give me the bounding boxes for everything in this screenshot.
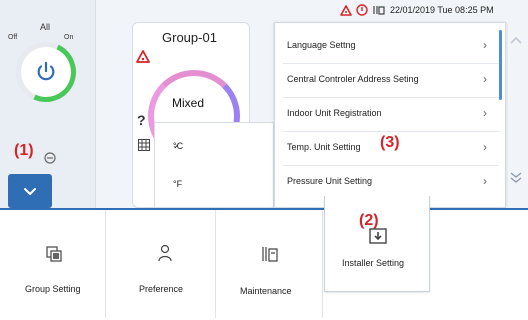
nav-label: Installer Setting bbox=[342, 258, 405, 268]
temp-option-celsius[interactable]: °C ✓ bbox=[155, 127, 275, 167]
unknown-status-icon: ? bbox=[137, 112, 146, 128]
power-icon bbox=[37, 61, 55, 81]
menu-item-pressure-unit-setting[interactable]: Pressure Unit Setting › bbox=[275, 165, 507, 199]
menu-item-central-controller-address[interactable]: Central Controler Address Seting › bbox=[275, 63, 507, 97]
nav-label: Maintenance bbox=[240, 286, 292, 296]
menu-item-label: Central Controler Address Seting bbox=[287, 74, 419, 84]
mode-icon bbox=[44, 152, 56, 164]
annotation-marker-2: (2) bbox=[359, 212, 379, 229]
double-chevron-down-icon bbox=[510, 172, 522, 183]
group-mode: Mixed bbox=[172, 96, 205, 110]
group-warning-icon bbox=[136, 50, 150, 63]
menu-item-label: Indoor Unit Registration bbox=[287, 108, 382, 118]
chevron-right-icon: › bbox=[483, 38, 487, 52]
group-title: Group-01 bbox=[162, 30, 217, 45]
power-all-label: All bbox=[40, 22, 51, 32]
nav-label: Preference bbox=[139, 284, 184, 294]
installer-settings-menu: Language Settng › Central Controler Addr… bbox=[274, 22, 506, 208]
grid-icon bbox=[138, 139, 150, 151]
menu-item-indoor-unit-registration[interactable]: Indoor Unit Registration › bbox=[275, 97, 507, 131]
nav-label: Group Setting bbox=[25, 284, 81, 294]
temp-option-fahrenheit[interactable]: °F bbox=[155, 165, 275, 205]
menu-item-label: Pressure Unit Setting bbox=[287, 176, 373, 186]
annotation-marker-3: (3) bbox=[380, 134, 400, 151]
check-icon: ✓ bbox=[173, 141, 181, 151]
chevron-up-icon bbox=[510, 36, 522, 44]
warning-icon bbox=[340, 4, 352, 16]
power-off-label: Off bbox=[8, 34, 18, 41]
power-button[interactable] bbox=[24, 50, 68, 94]
menu-item-language-setting[interactable]: Language Settng › bbox=[275, 29, 507, 63]
settings-status-icon bbox=[356, 4, 368, 16]
annotation-marker-1: (1) bbox=[14, 142, 34, 159]
nav-installer-setting[interactable]: Installer Setting bbox=[324, 196, 430, 292]
chevron-down-icon bbox=[24, 188, 36, 195]
nav-maintenance[interactable]: Maintenance bbox=[217, 210, 323, 318]
expand-menu-button[interactable] bbox=[8, 174, 52, 208]
group-setting-icon bbox=[46, 246, 62, 262]
scroll-up-button[interactable] bbox=[508, 32, 524, 50]
status-date-time: 22/01/2019 Tue 08:25 PM bbox=[390, 5, 494, 15]
chevron-right-icon: › bbox=[483, 106, 487, 120]
maintenance-status-icon bbox=[373, 6, 385, 15]
menu-scrollbar[interactable] bbox=[499, 30, 502, 100]
status-bar: 22/01/2019 Tue 08:25 PM bbox=[340, 2, 494, 18]
temp-option-label: °F bbox=[173, 179, 183, 189]
menu-item-label: Language Settng bbox=[287, 40, 356, 50]
maintenance-icon bbox=[262, 247, 278, 262]
screen: All Off On (1) 22/01/2019 Tue 08:25 PM G… bbox=[0, 0, 528, 320]
nav-preference[interactable]: Preference bbox=[110, 210, 216, 318]
power-on-label: On bbox=[64, 34, 74, 41]
chevron-right-icon: › bbox=[483, 174, 487, 188]
chevron-right-icon: › bbox=[483, 140, 487, 154]
installer-setting-icon bbox=[369, 228, 387, 244]
nav-group-setting[interactable]: Group Setting bbox=[0, 210, 106, 318]
temp-unit-submenu: °C ✓ °F bbox=[154, 122, 274, 208]
preference-icon bbox=[158, 244, 172, 262]
menu-item-label: Temp. Unit Setting bbox=[287, 142, 361, 152]
scroll-down-button[interactable] bbox=[508, 168, 524, 186]
chevron-right-icon: › bbox=[483, 72, 487, 86]
